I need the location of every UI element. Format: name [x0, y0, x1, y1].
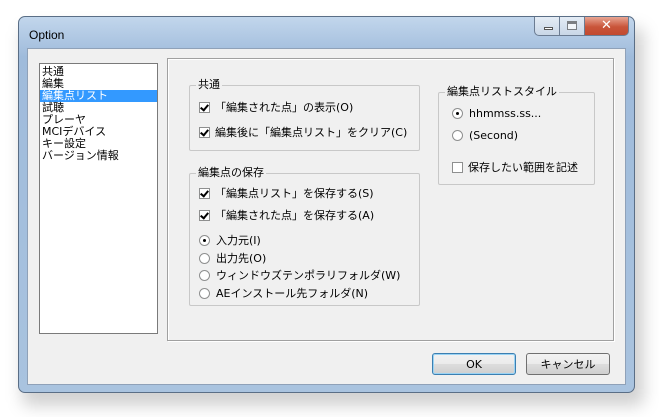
destination-output-label: 出力先(O)	[216, 252, 267, 265]
cancel-button[interactable]: キャンセル	[526, 353, 610, 375]
common-group: 共通 「編集された点」の表示(O) 編集後に「編集点リスト」をクリア(C)	[189, 78, 420, 151]
destination-ae-install[interactable]: AEインストール先フォルダ(N)	[199, 286, 368, 300]
dialog-client: 共通 編集 編集点リスト 試聴 プレーヤ MCIデバイス キー設定 バージョン情…	[27, 48, 626, 385]
minimize-button[interactable]	[534, 17, 560, 36]
clear-after-edit-checkbox[interactable]	[199, 126, 210, 138]
category-list[interactable]: 共通 編集 編集点リスト 試聴 プレーヤ MCIデバイス キー設定 バージョン情…	[39, 63, 158, 334]
save-list-label: 「編集点リスト」を保存する(S)	[215, 187, 374, 200]
destination-output[interactable]: 出力先(O)	[199, 251, 266, 265]
destination-input-source[interactable]: 入力元(I)	[199, 233, 261, 247]
minimize-icon	[544, 27, 553, 30]
destination-windows-temp[interactable]: ウィンドウズテンポラリフォルダ(W)	[199, 268, 400, 282]
format-hhmmss[interactable]: hhmmss.ss...	[452, 106, 541, 120]
save-points-label: 「編集された点」を保存する(A)	[215, 209, 375, 222]
settings-panel: 共通 「編集された点」の表示(O) 編集後に「編集点リスト」をクリア(C) 編集…	[167, 58, 614, 341]
clear-after-edit-option[interactable]: 編集後に「編集点リスト」をクリア(C)	[199, 125, 407, 139]
close-icon: ✕	[601, 18, 612, 33]
format-second-label: (Second)	[469, 128, 519, 142]
maximize-icon	[567, 21, 577, 30]
save-points-option[interactable]: 「編集された点」を保存する(A)	[199, 208, 374, 222]
format-second-radio[interactable]	[452, 129, 463, 141]
save-list-checkbox[interactable]	[199, 187, 210, 199]
format-hhmmss-label: hhmmss.ss...	[469, 106, 542, 120]
destination-ae-install-radio[interactable]	[199, 287, 210, 299]
show-edited-points-label: 「編集された点」の表示(O)	[215, 101, 354, 114]
window-title: Option	[29, 28, 65, 42]
maximize-button[interactable]	[560, 17, 585, 36]
destination-output-radio[interactable]	[199, 252, 210, 264]
save-list-option[interactable]: 「編集点リスト」を保存する(S)	[199, 186, 374, 200]
save-group: 編集点の保存 「編集点リスト」を保存する(S) 「編集された点」を保存する(A)…	[189, 166, 420, 306]
common-group-title: 共通	[196, 78, 222, 92]
list-style-group: 編集点リストスタイル hhmmss.ss... (Second) 保存したい範囲…	[438, 85, 595, 185]
destination-input-source-radio[interactable]	[199, 234, 210, 246]
format-hhmmss-radio[interactable]	[452, 107, 463, 119]
save-group-title: 編集点の保存	[196, 166, 266, 180]
show-edited-points-option[interactable]: 「編集された点」の表示(O)	[199, 100, 353, 114]
record-range-option[interactable]: 保存したい範囲を記述	[452, 160, 578, 174]
ok-button[interactable]: OK	[432, 353, 516, 375]
destination-windows-temp-label: ウィンドウズテンポラリフォルダ(W)	[216, 269, 401, 282]
destination-input-source-label: 入力元(I)	[216, 234, 261, 247]
option-dialog: Option ✕ 共通 編集 編集点リスト 試聴 プレーヤ MCIデバイス キー…	[18, 16, 635, 393]
destination-ae-install-label: AEインストール先フォルダ(N)	[216, 287, 369, 300]
clear-after-edit-label: 編集後に「編集点リスト」をクリア(C)	[215, 126, 408, 139]
list-style-group-title: 編集点リストスタイル	[445, 85, 559, 99]
sidebar-item-version-info[interactable]: バージョン情報	[40, 150, 157, 162]
show-edited-points-checkbox[interactable]	[199, 101, 210, 113]
format-second[interactable]: (Second)	[452, 128, 518, 142]
record-range-checkbox[interactable]	[452, 161, 463, 173]
save-points-checkbox[interactable]	[199, 209, 210, 221]
caption-buttons: ✕	[534, 17, 629, 37]
destination-windows-temp-radio[interactable]	[199, 269, 210, 281]
record-range-label: 保存したい範囲を記述	[468, 161, 578, 174]
close-button[interactable]: ✕	[585, 17, 629, 36]
